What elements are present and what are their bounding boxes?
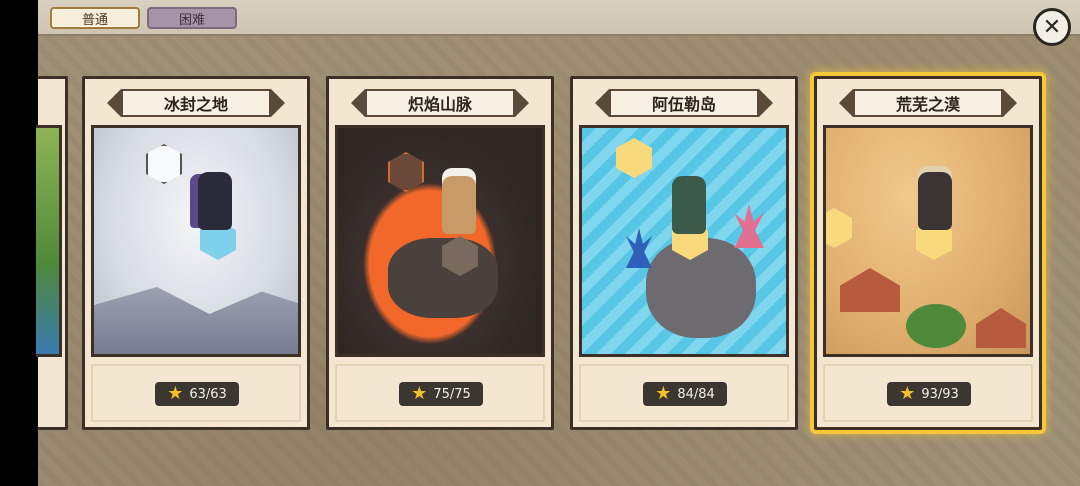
- card-title: 冰封之地: [107, 89, 285, 117]
- star-count: 63/63: [189, 386, 227, 402]
- rock-cliff: [94, 287, 298, 354]
- pink-coral: [734, 204, 764, 248]
- dark-knight-character: [198, 172, 232, 230]
- card-title: 荒芜之漠: [839, 89, 1017, 117]
- star-count: 84/84: [677, 386, 715, 402]
- witch-character: [918, 172, 952, 230]
- card-art-island: [579, 125, 789, 357]
- blue-coral: [626, 228, 652, 268]
- card-partial-art: [36, 125, 62, 357]
- star-count-badge: ★ 93/93: [887, 382, 971, 406]
- mermaid-character: [672, 176, 706, 234]
- card-flame[interactable]: 炽焰山脉 ★ 75/75: [326, 76, 554, 430]
- hex-tile: [388, 152, 424, 192]
- hex-tile: [616, 138, 652, 178]
- star-count-badge: ★ 63/63: [155, 382, 239, 406]
- card-art-frozen: [91, 125, 301, 357]
- card-desert[interactable]: 荒芜之漠 ★ 93/93: [814, 76, 1042, 430]
- card-art-flame: [335, 125, 545, 357]
- card-title: 炽焰山脉: [351, 89, 529, 117]
- star-count-badge: ★ 75/75: [399, 382, 483, 406]
- star-count: 75/75: [433, 386, 471, 402]
- tab-hard[interactable]: 困难: [147, 7, 237, 29]
- tree: [906, 304, 966, 348]
- house: [976, 308, 1026, 348]
- close-icon: ✕: [1042, 14, 1062, 40]
- card-frozen[interactable]: 冰封之地 ★ 63/63: [82, 76, 310, 430]
- card-partial[interactable]: [36, 76, 68, 430]
- star-icon: ★: [411, 383, 428, 404]
- hex-tile: [826, 208, 852, 248]
- star-icon: ★: [655, 383, 672, 404]
- house: [840, 268, 900, 312]
- warrior-character: [442, 176, 476, 234]
- star-count-badge: ★ 84/84: [643, 382, 727, 406]
- star-icon: ★: [899, 383, 916, 404]
- card-island[interactable]: 阿伍勒岛 ★ 84/84: [570, 76, 798, 430]
- hex-tile: [146, 144, 182, 184]
- close-button[interactable]: ✕: [1033, 8, 1071, 46]
- tab-normal[interactable]: 普通: [50, 7, 140, 29]
- star-icon: ★: [167, 383, 184, 404]
- card-title: 阿伍勒岛: [595, 89, 773, 117]
- star-count: 93/93: [921, 386, 959, 402]
- card-art-desert: [823, 125, 1033, 357]
